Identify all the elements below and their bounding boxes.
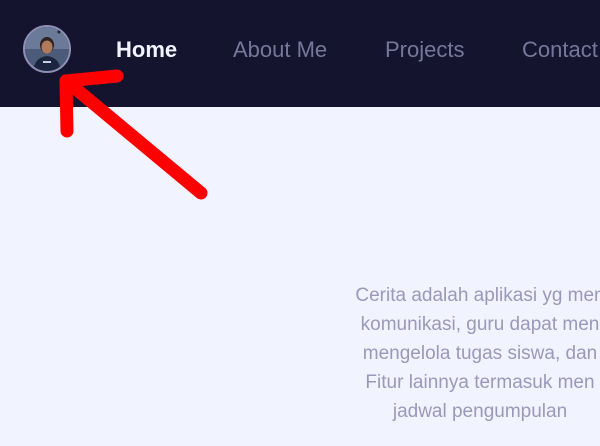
- profile-avatar[interactable]: [23, 25, 71, 73]
- main-content: Cerita adalah aplikasi yg men komunikasi…: [0, 107, 600, 446]
- description-line: jadwal pengumpulan: [392, 401, 568, 422]
- description-line: Fitur lainnya termasuk men: [365, 372, 595, 393]
- description-line: komunikasi, guru dapat men: [360, 314, 600, 335]
- nav-item-home[interactable]: Home: [116, 36, 177, 64]
- nav-item-contact[interactable]: Contact: [522, 36, 598, 64]
- app-description: Cerita adalah aplikasi yg men komunikasi…: [180, 281, 600, 426]
- description-line: mengelola tugas siswa, dan: [362, 343, 598, 364]
- top-navbar: Home About Me Projects Contact: [0, 0, 600, 107]
- description-line: Cerita adalah aplikasi yg men: [355, 285, 600, 306]
- profile-photo-icon: [25, 27, 69, 71]
- nav-item-about-me[interactable]: About Me: [233, 36, 327, 64]
- nav-item-projects[interactable]: Projects: [385, 36, 464, 64]
